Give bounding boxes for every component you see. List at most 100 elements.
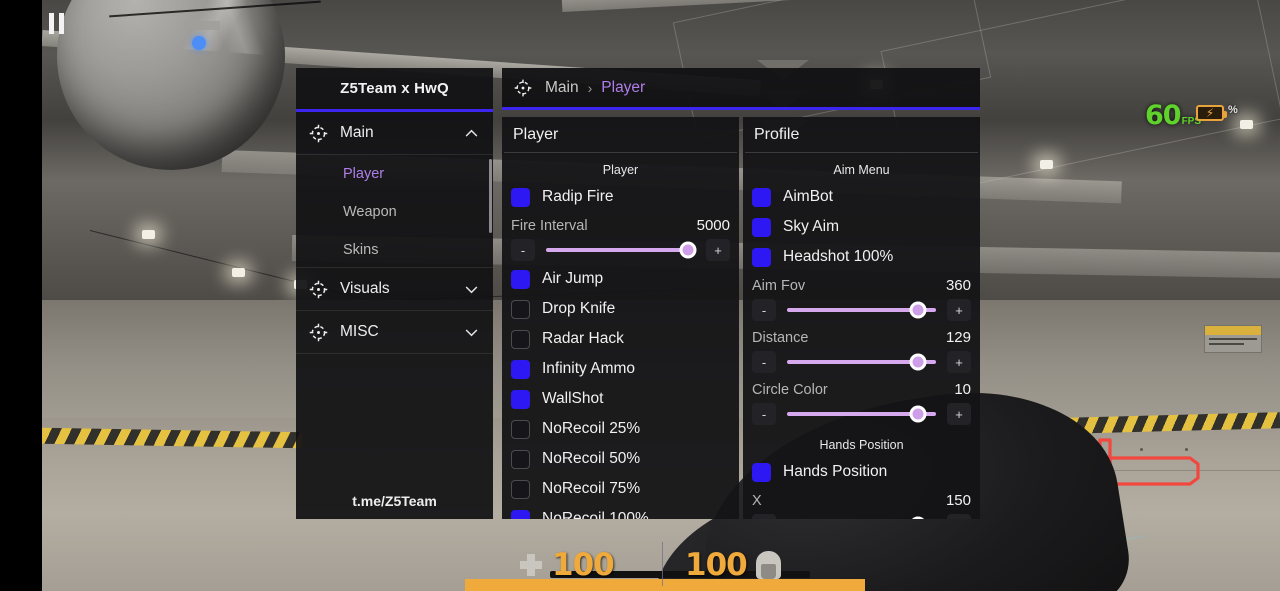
slider-value: 150 xyxy=(945,492,971,509)
section-label: Player xyxy=(602,163,639,177)
slider-label: Distance xyxy=(752,330,809,346)
slider-thumb[interactable] xyxy=(909,301,927,319)
toggle-row[interactable]: NoRecoil 75% xyxy=(511,474,730,504)
armor-group: 100 xyxy=(685,547,781,583)
toggle-row[interactable]: Headshot 100% xyxy=(752,242,971,272)
checkbox-checked-icon[interactable] xyxy=(511,509,530,519)
slider-track[interactable] xyxy=(787,301,936,319)
checkbox-unchecked-icon[interactable] xyxy=(511,419,530,439)
slider-header: Fire Interval 5000 xyxy=(511,212,730,234)
toggle-label: Sky Aim xyxy=(783,218,839,235)
slider-track[interactable] xyxy=(546,241,697,259)
toggle-label: Infinity Ammo xyxy=(542,360,636,377)
sidebar-footer-link[interactable]: t.me/Z5Team xyxy=(296,483,493,519)
toggle-row[interactable]: Radar Hack xyxy=(511,324,730,354)
checkbox-unchecked-icon[interactable] xyxy=(511,449,530,469)
checkbox-unchecked-icon[interactable] xyxy=(511,479,530,499)
fps-counter: 60 FPS xyxy=(1145,100,1201,131)
sign-text-lines xyxy=(1209,338,1257,348)
chevron-up-icon[interactable] xyxy=(463,125,479,141)
checkbox-checked-icon[interactable] xyxy=(511,187,530,207)
slider-thumb[interactable] xyxy=(909,516,927,519)
toggle-label: NoRecoil 50% xyxy=(542,450,641,467)
checkbox-checked-icon[interactable] xyxy=(752,462,771,482)
checkbox-checked-icon[interactable] xyxy=(752,187,771,207)
breadcrumb-root[interactable]: Main xyxy=(545,79,579,97)
checkbox-checked-icon[interactable] xyxy=(752,217,771,237)
column-title: Profile xyxy=(745,117,978,153)
chevron-down-icon[interactable] xyxy=(463,281,479,297)
slider-decrement-button[interactable]: - xyxy=(752,514,776,519)
sidebar-item-weapon[interactable]: Weapon xyxy=(296,193,493,231)
wall-sign xyxy=(1204,325,1262,353)
armor-value: 100 xyxy=(685,547,748,583)
slider-thumb[interactable] xyxy=(909,405,927,423)
slider-track[interactable] xyxy=(787,405,936,423)
slider-increment-button[interactable]: + xyxy=(947,514,971,519)
checkbox-unchecked-icon[interactable] xyxy=(511,299,530,319)
slider-label: Circle Color xyxy=(752,382,828,398)
checkbox-checked-icon[interactable] xyxy=(752,247,771,267)
slider-label: Fire Interval xyxy=(511,218,588,234)
toggle-row[interactable]: AimBot xyxy=(752,182,971,212)
battery-percent-label: % xyxy=(1228,104,1238,116)
slider-increment-button[interactable]: + xyxy=(947,299,971,321)
sidebar-item-misc[interactable]: MISC xyxy=(296,311,493,353)
sidebar-group-main: Main xyxy=(296,112,493,155)
chevron-down-icon[interactable] xyxy=(463,324,479,340)
checkbox-checked-icon[interactable] xyxy=(511,389,530,409)
toggle-row[interactable]: NoRecoil 100% xyxy=(511,504,730,519)
slider-row: -+ xyxy=(752,511,971,519)
slider-decrement-button[interactable]: - xyxy=(752,351,776,373)
slider-row: -+ xyxy=(752,400,971,428)
slider-decrement-button[interactable]: - xyxy=(752,299,776,321)
toggle-row[interactable]: Hands Position xyxy=(752,457,971,487)
toggle-row[interactable]: Drop Knife xyxy=(511,294,730,324)
slider-decrement-button[interactable]: - xyxy=(511,239,535,261)
slider-increment-button[interactable]: + xyxy=(706,239,730,261)
toggle-label: NoRecoil 25% xyxy=(542,420,641,437)
slider-header: Distance 129 xyxy=(752,324,971,346)
slider-thumb[interactable] xyxy=(909,353,927,371)
slider-increment-button[interactable]: + xyxy=(947,351,971,373)
toggle-label: Headshot 100% xyxy=(783,248,894,265)
slider-track[interactable] xyxy=(787,353,936,371)
pause-icon[interactable] xyxy=(48,13,66,34)
sign-header-band xyxy=(1205,326,1261,335)
sidebar-group-visuals: Visuals xyxy=(296,268,493,311)
sidebar-item-visuals[interactable]: Visuals xyxy=(296,268,493,310)
sidebar-item-player[interactable]: Player xyxy=(296,155,493,193)
checkbox-checked-icon[interactable] xyxy=(511,269,530,289)
toggle-row[interactable]: Air Jump xyxy=(511,264,730,294)
toggle-label: Radip Fire xyxy=(542,188,614,205)
sidebar-group-label: MISC xyxy=(340,323,379,340)
sidebar: Z5Team x HwQ Main Player Weapon Skins Visual… xyxy=(296,68,493,519)
toggle-row[interactable]: Sky Aim xyxy=(752,212,971,242)
column-body: Player Radip Fire Fire Interval 5000 - + Air J… xyxy=(502,153,739,519)
slider-header: X 150 xyxy=(752,487,971,509)
fps-value: 60 xyxy=(1145,100,1182,131)
sidebar-item-skins[interactable]: Skins xyxy=(296,231,493,267)
toggle-row[interactable]: WallShot xyxy=(511,384,730,414)
slider-thumb[interactable] xyxy=(679,241,697,259)
menu-title: Z5Team x HwQ xyxy=(340,80,449,97)
toggle-row[interactable]: NoRecoil 50% xyxy=(511,444,730,474)
settings-columns: Player Player Radip Fire Fire Interval 5000 -… xyxy=(502,110,980,519)
slider-decrement-button[interactable]: - xyxy=(752,403,776,425)
section-label: Aim Menu xyxy=(833,163,890,177)
crosshair-icon xyxy=(308,123,329,144)
crosshair-icon xyxy=(513,78,533,98)
sidebar-scrollbar[interactable] xyxy=(489,159,492,233)
toggle-row[interactable]: Infinity Ammo xyxy=(511,354,730,384)
checkbox-unchecked-icon[interactable] xyxy=(511,329,530,349)
checkbox-checked-icon[interactable] xyxy=(511,359,530,379)
toggle-label: Air Jump xyxy=(542,270,604,287)
toggle-label: NoRecoil 75% xyxy=(542,480,641,497)
sidebar-sublist-main: Player Weapon Skins xyxy=(296,155,493,268)
slider-increment-button[interactable]: + xyxy=(947,403,971,425)
toggle-row[interactable]: NoRecoil 25% xyxy=(511,414,730,444)
slider-label: Aim Fov xyxy=(752,278,806,294)
slider-value: 360 xyxy=(945,277,971,294)
sidebar-item-main[interactable]: Main xyxy=(296,112,493,154)
toggle-row[interactable]: Radip Fire xyxy=(511,182,730,212)
